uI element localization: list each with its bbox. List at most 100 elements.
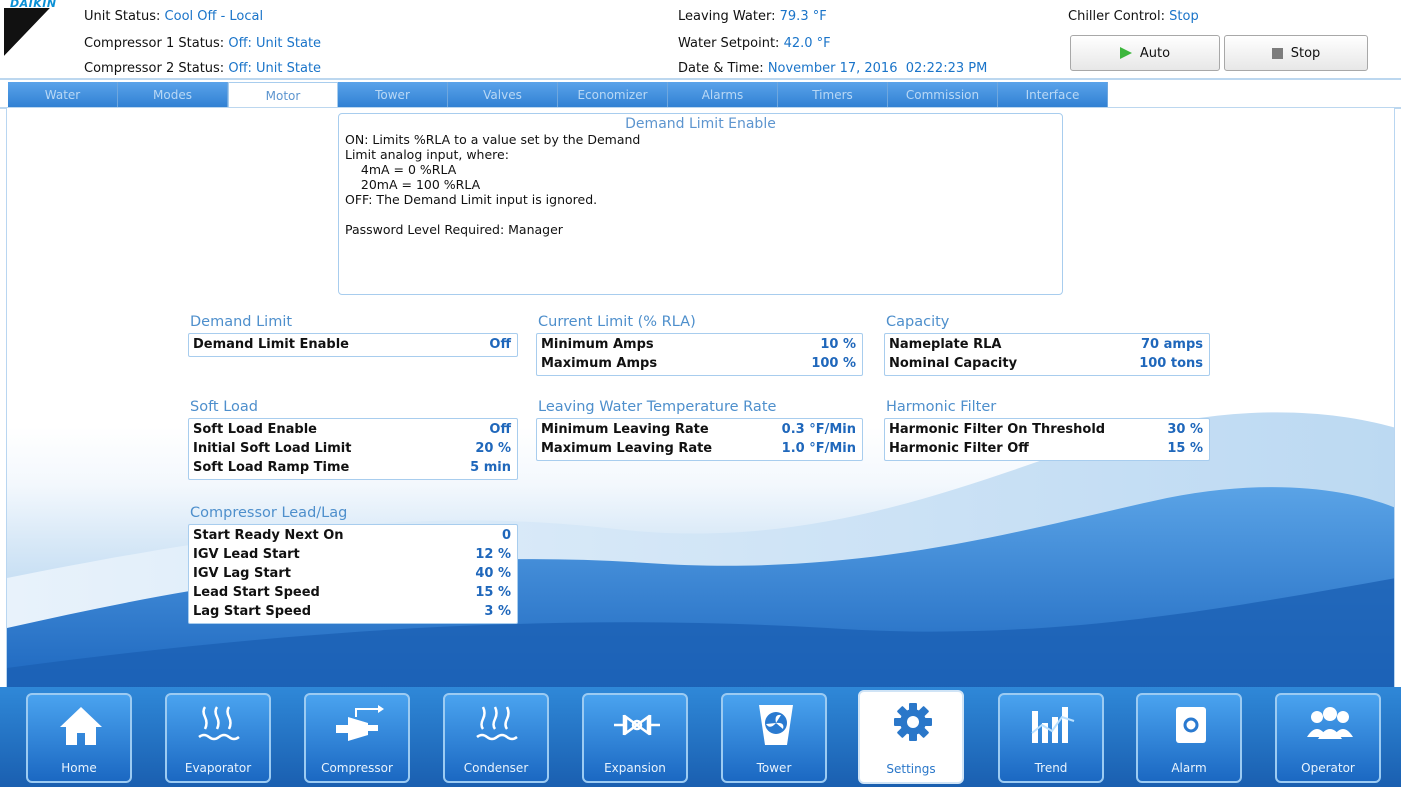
setting-row[interactable]: Maximum Amps 100 % xyxy=(541,354,856,373)
setting-row[interactable]: Start Ready Next On 0 xyxy=(193,526,511,545)
setting-label: Soft Load Ramp Time xyxy=(193,460,350,475)
setting-label: IGV Lag Start xyxy=(193,566,291,581)
help-line: OFF: The Demand Limit input is ignored. xyxy=(345,192,598,207)
setting-value[interactable]: 100 tons xyxy=(1139,354,1203,373)
nav-operator-button[interactable]: Operator xyxy=(1275,693,1381,783)
tab-tower[interactable]: Tower xyxy=(338,82,448,108)
nav-condenser-button[interactable]: Condenser xyxy=(443,693,549,783)
nav-settings-button[interactable]: Settings xyxy=(858,690,964,784)
setting-value[interactable]: 20 % xyxy=(475,439,511,458)
setting-value[interactable]: 0 xyxy=(502,526,511,545)
group-soft-load: Soft Load Enable Off Initial Soft Load Lim… xyxy=(188,418,518,480)
home-icon xyxy=(56,703,106,747)
tab-commission[interactable]: Commission xyxy=(888,82,998,108)
nav-label: Compressor xyxy=(321,761,393,775)
tab-alarms[interactable]: Alarms xyxy=(668,82,778,108)
daikin-logo: DAIKIN xyxy=(4,0,74,58)
help-line xyxy=(345,207,1056,222)
group-title-leaving-water-rate: Leaving Water Temperature Rate xyxy=(538,399,777,415)
setting-row[interactable]: IGV Lag Start 40 % xyxy=(193,564,511,583)
nav-tower-button[interactable]: Tower xyxy=(721,693,827,783)
help-line: Password Level Required: Manager xyxy=(345,222,563,237)
auto-button[interactable]: Auto xyxy=(1070,35,1220,71)
setting-value[interactable]: 5 min xyxy=(470,458,511,477)
help-title: Demand Limit Enable xyxy=(625,116,776,132)
setting-value[interactable]: Off xyxy=(489,420,511,439)
setting-value[interactable]: 1.0 °F/Min xyxy=(782,439,856,458)
nav-expansion-button[interactable]: Expansion xyxy=(582,693,688,783)
setting-label: Minimum Leaving Rate xyxy=(541,422,709,437)
setting-label: IGV Lead Start xyxy=(193,547,300,562)
setting-value[interactable]: 10 % xyxy=(820,335,856,354)
setting-row[interactable]: Lag Start Speed 3 % xyxy=(193,602,511,621)
status-header: DAIKIN Unit Status: Cool Off - Local Com… xyxy=(0,0,1401,80)
date-time: Date & Time: November 17, 2016 02:22:23 … xyxy=(678,61,988,76)
operators-icon xyxy=(1305,703,1355,747)
group-harmonic-filter: Harmonic Filter On Threshold 30 % Harmonic… xyxy=(884,418,1210,461)
setting-row[interactable]: IGV Lead Start 12 % xyxy=(193,545,511,564)
setting-row[interactable]: Maximum Leaving Rate 1.0 °F/Min xyxy=(541,439,856,458)
nav-evaporator-button[interactable]: Evaporator xyxy=(165,693,271,783)
setting-row[interactable]: Soft Load Enable Off xyxy=(193,420,511,439)
nav-alarm-button[interactable]: Alarm xyxy=(1136,693,1242,783)
stop-icon xyxy=(1271,47,1283,59)
tab-modes[interactable]: Modes xyxy=(118,82,228,108)
nav-label: Tower xyxy=(756,761,792,775)
setting-row[interactable]: Harmonic Filter On Threshold 30 % xyxy=(889,420,1203,439)
setting-row[interactable]: Harmonic Filter Off 15 % xyxy=(889,439,1203,458)
nav-label: Home xyxy=(61,761,97,775)
setting-value[interactable]: 3 % xyxy=(484,602,511,621)
setting-value[interactable]: 0.3 °F/Min xyxy=(782,420,856,439)
setting-row[interactable]: Minimum Amps 10 % xyxy=(541,335,856,354)
setting-row[interactable]: Nominal Capacity 100 tons xyxy=(889,354,1203,373)
compressor-2-status: Compressor 2 Status: Off: Unit State xyxy=(84,61,322,76)
help-line: 20mA = 100 %RLA xyxy=(345,177,481,192)
setting-value[interactable]: 70 amps xyxy=(1141,335,1203,354)
tab-water[interactable]: Water xyxy=(8,82,118,108)
tab-economizer[interactable]: Economizer xyxy=(558,82,668,108)
unit-status: Unit Status: Cool Off - Local xyxy=(84,9,264,24)
tab-interface[interactable]: Interface xyxy=(998,82,1108,108)
group-demand-limit: Demand Limit Enable Off xyxy=(188,333,518,357)
setting-row[interactable]: Demand Limit Enable Off xyxy=(193,335,511,354)
nav-label: Alarm xyxy=(1171,761,1207,775)
settings-tab-bar: Water Modes Motor Tower Valves Economizer Alar… xyxy=(8,82,1108,109)
setting-row[interactable]: Nameplate RLA 70 amps xyxy=(889,335,1203,354)
setting-label: Initial Soft Load Limit xyxy=(193,441,352,456)
setting-row[interactable]: Lead Start Speed 15 % xyxy=(193,583,511,602)
play-icon xyxy=(1119,47,1132,59)
setting-label: Nameplate RLA xyxy=(889,337,1002,352)
nav-label: Condenser xyxy=(463,761,529,775)
setting-row[interactable]: Initial Soft Load Limit 20 % xyxy=(193,439,511,458)
tower-fan-icon xyxy=(751,703,801,747)
setting-value[interactable]: 12 % xyxy=(475,545,511,564)
setting-value[interactable]: 100 % xyxy=(811,354,856,373)
stop-button[interactable]: Stop xyxy=(1224,35,1368,71)
setting-row[interactable]: Minimum Leaving Rate 0.3 °F/Min xyxy=(541,420,856,439)
setting-label: Demand Limit Enable xyxy=(193,337,349,352)
setting-value[interactable]: 15 % xyxy=(1167,439,1203,458)
help-line: ON: Limits %RLA to a value set by the De… xyxy=(345,132,641,147)
nav-trend-button[interactable]: Trend xyxy=(998,693,1104,783)
compressor-1-status: Compressor 1 Status: Off: Unit State xyxy=(84,36,322,51)
setting-value[interactable]: 30 % xyxy=(1167,420,1203,439)
tab-motor[interactable]: Motor xyxy=(228,82,338,109)
setting-value[interactable]: 15 % xyxy=(475,583,511,602)
nav-compressor-button[interactable]: Compressor xyxy=(304,693,410,783)
nav-home-button[interactable]: Home xyxy=(26,693,132,783)
group-leaving-water-rate: Minimum Leaving Rate 0.3 °F/Min Maximum Le… xyxy=(536,418,863,461)
setting-label: Harmonic Filter Off xyxy=(889,441,1029,456)
trend-chart-icon xyxy=(1028,703,1078,747)
nav-label: Trend xyxy=(1034,761,1068,775)
help-line: Limit analog input, where: xyxy=(345,147,509,162)
tab-valves[interactable]: Valves xyxy=(448,82,558,108)
setting-value[interactable]: 40 % xyxy=(475,564,511,583)
group-title-current-limit: Current Limit (% RLA) xyxy=(538,314,696,330)
nav-label: Settings xyxy=(886,762,936,776)
setting-row[interactable]: Soft Load Ramp Time 5 min xyxy=(193,458,511,477)
setting-value[interactable]: Off xyxy=(489,335,511,354)
setting-label: Nominal Capacity xyxy=(889,356,1018,371)
tab-timers[interactable]: Timers xyxy=(778,82,888,108)
help-text: ON: Limits %RLA to a value set by the De… xyxy=(345,132,1056,237)
setting-label: Lead Start Speed xyxy=(193,585,320,600)
